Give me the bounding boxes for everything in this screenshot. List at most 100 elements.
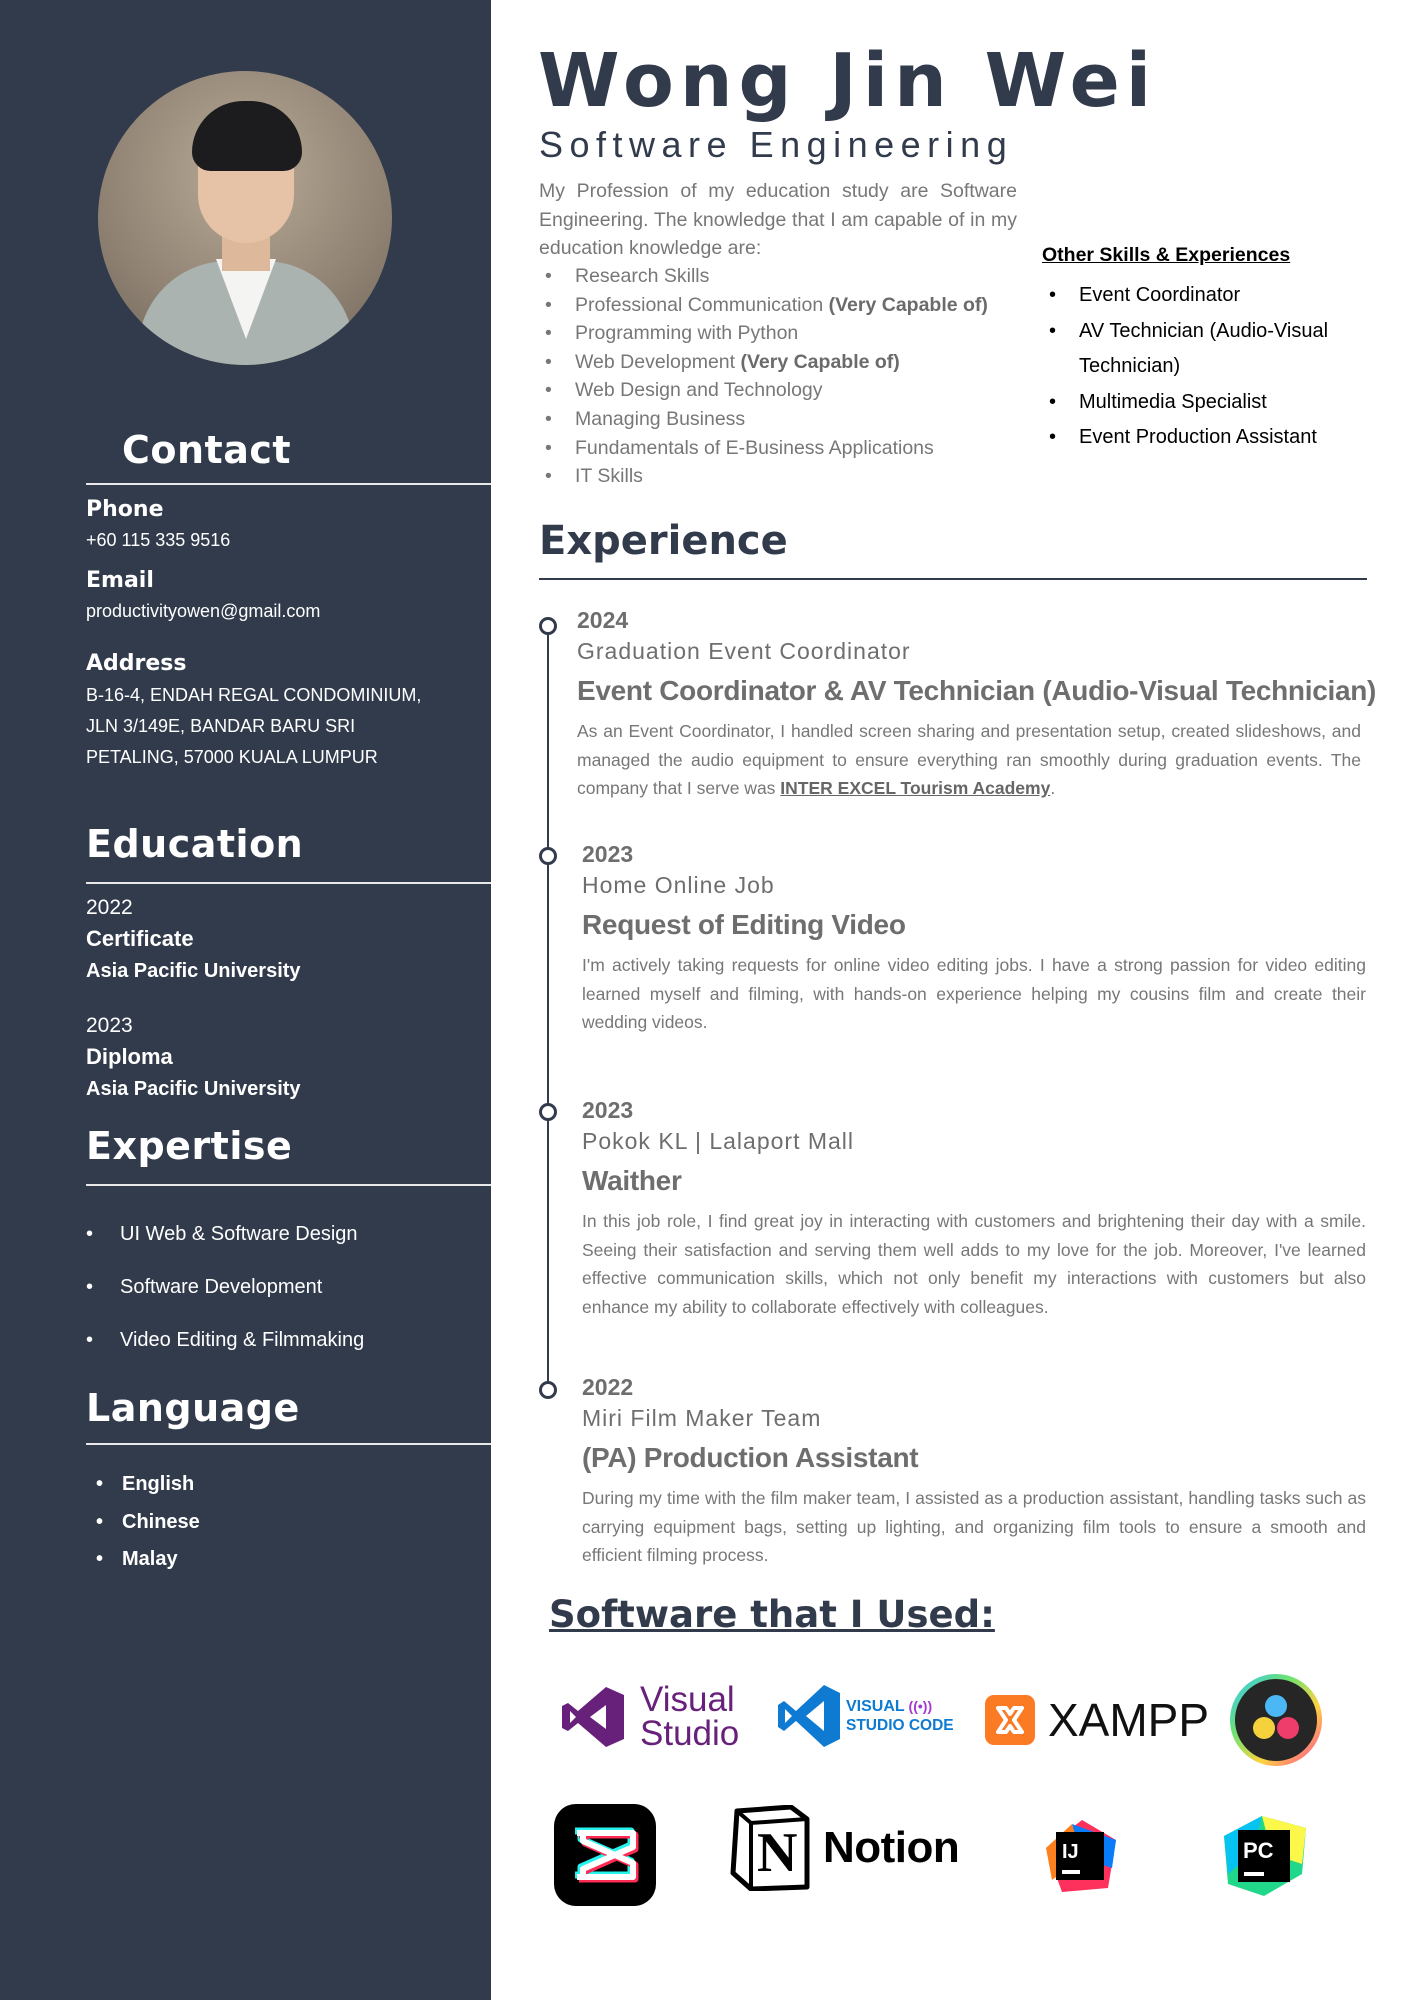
vscode-icon bbox=[778, 1685, 840, 1747]
visual-studio-logo: Visual Studio bbox=[560, 1680, 740, 1753]
experience-divider bbox=[539, 578, 1367, 580]
expertise-item: UI Web & Software Design bbox=[86, 1223, 364, 1276]
timeline-dot bbox=[539, 1381, 557, 1399]
visual-studio-text: Visual bbox=[640, 1680, 735, 1719]
job-year: 2024 bbox=[577, 607, 629, 633]
job-title: Event Coordinator & AV Technician (Audio… bbox=[577, 675, 1377, 706]
skill-item: Fundamentals of E-Business Applications bbox=[539, 434, 988, 463]
job-title: Request of Editing Video bbox=[582, 909, 906, 940]
other-skill-item: Event Coordinator bbox=[1042, 278, 1362, 314]
job-year: 2022 bbox=[582, 1374, 634, 1400]
address-line: JLN 3/149E, BANDAR BARU SRI bbox=[86, 716, 356, 736]
address-line: B-16-4, ENDAH REGAL CONDOMINIUM, bbox=[86, 685, 422, 705]
intellij-icon: IJ bbox=[1046, 1820, 1116, 1892]
job-description: As an Event Coordinator, I handled scree… bbox=[577, 721, 1361, 798]
job-company: Home Online Job bbox=[582, 872, 775, 898]
visual-studio-text: Studio bbox=[640, 1714, 740, 1753]
experience-entry: 2022 Miri Film Maker Team (PA) Productio… bbox=[582, 1374, 1366, 1570]
davinci-resolve-logo bbox=[1228, 1672, 1324, 1768]
education-year: 2022 bbox=[86, 896, 133, 919]
other-skills-list: Event Coordinator AV Technician (Audio-V… bbox=[1042, 278, 1362, 456]
job-description: In this job role, I find great joy in in… bbox=[582, 1211, 1366, 1317]
other-skills-heading: Other Skills & Experiences bbox=[1042, 244, 1291, 266]
software-heading: Software that I Used: bbox=[549, 1593, 995, 1636]
svg-text:IJ: IJ bbox=[1062, 1841, 1079, 1863]
education-school: Asia Pacific University bbox=[86, 1078, 301, 1100]
timeline-dot bbox=[539, 1103, 557, 1121]
intro-paragraph: My Profession of my education study are … bbox=[539, 180, 1017, 259]
profile-photo bbox=[98, 71, 392, 365]
language-item: Chinese bbox=[96, 1511, 200, 1549]
education-heading: Education bbox=[86, 822, 304, 866]
experience-entry: 2023 Home Online Job Request of Editing … bbox=[582, 841, 1366, 1037]
xampp-icon bbox=[985, 1695, 1035, 1745]
education-school: Asia Pacific University bbox=[86, 960, 301, 982]
skill-item: Research Skills bbox=[539, 262, 988, 291]
capcut-icon bbox=[554, 1804, 656, 1906]
davinci-resolve-icon bbox=[1230, 1674, 1322, 1766]
experience-entry: 2024 Graduation Event Coordinator Event … bbox=[577, 607, 1377, 803]
education-degree: Diploma bbox=[86, 1044, 173, 1069]
other-skill-item: AV Technician (Audio-Visual Technician) bbox=[1042, 314, 1362, 385]
address-label: Address bbox=[86, 651, 187, 676]
job-company: Miri Film Maker Team bbox=[582, 1405, 822, 1431]
job-year: 2023 bbox=[582, 841, 634, 867]
job-year: 2023 bbox=[582, 1097, 634, 1123]
job-title: (PA) Production Assistant bbox=[582, 1442, 919, 1473]
language-list: English Chinese Malay bbox=[96, 1473, 200, 1586]
vscode-logo: VISUAL ((•)) STUDIO CODE bbox=[776, 1683, 954, 1749]
skill-item: Professional Communication (Very Capable… bbox=[539, 291, 988, 320]
job-description: I'm actively taking requests for online … bbox=[582, 955, 1366, 1032]
notion-text: Notion bbox=[823, 1823, 960, 1872]
language-divider bbox=[86, 1443, 491, 1445]
capcut-logo bbox=[553, 1803, 657, 1907]
notion-icon: N bbox=[729, 1805, 811, 1891]
visual-studio-icon bbox=[562, 1687, 624, 1747]
job-description: During my time with the film maker team,… bbox=[582, 1488, 1366, 1565]
address-line: PETALING, 57000 KUALA LUMPUR bbox=[86, 747, 378, 767]
pycharm-logo: PC bbox=[1222, 1814, 1308, 1898]
notion-logo: N Notion bbox=[729, 1805, 960, 1891]
other-skill-item: Event Production Assistant bbox=[1042, 420, 1362, 456]
experience-entry: 2023 Pokok KL | Lalaport Mall Waither In… bbox=[582, 1097, 1366, 1321]
email-label: Email bbox=[86, 568, 154, 593]
education-divider bbox=[86, 882, 491, 884]
education-degree: Certificate bbox=[86, 926, 194, 951]
job-company: Graduation Event Coordinator bbox=[577, 638, 911, 664]
other-skill-item: Multimedia Specialist bbox=[1042, 385, 1362, 421]
email-value[interactable]: productivityowen@gmail.com bbox=[86, 596, 320, 627]
expertise-divider bbox=[86, 1184, 491, 1186]
company-link[interactable]: INTER EXCEL Tourism Academy bbox=[780, 778, 1050, 798]
skill-item: Web Development (Very Capable of) bbox=[539, 348, 988, 377]
vscode-text: STUDIO CODE bbox=[846, 1717, 954, 1734]
svg-text:PC: PC bbox=[1243, 1838, 1274, 1863]
contact-divider bbox=[86, 483, 491, 485]
language-item: English bbox=[96, 1473, 200, 1511]
skill-item: Programming with Python bbox=[539, 319, 988, 348]
phone-value: +60 115 335 9516 bbox=[86, 530, 231, 550]
xampp-text: XAMPP bbox=[1048, 1694, 1210, 1746]
timeline-dot bbox=[539, 617, 557, 635]
experience-heading: Experience bbox=[539, 518, 788, 564]
skill-item: Managing Business bbox=[539, 405, 988, 434]
skill-item: Web Design and Technology bbox=[539, 376, 988, 405]
expertise-heading: Expertise bbox=[86, 1124, 293, 1168]
language-heading: Language bbox=[86, 1386, 300, 1430]
intellij-logo: IJ bbox=[1042, 1818, 1118, 1894]
candidate-role: Software Engineering bbox=[539, 124, 1014, 165]
skill-item: IT Skills bbox=[539, 462, 988, 491]
timeline-line bbox=[547, 622, 549, 1390]
vscode-text: VISUAL bbox=[846, 1698, 905, 1715]
sidebar: Contact Phone +60 115 335 9516 Email pro… bbox=[0, 0, 491, 2000]
timeline-dot bbox=[539, 847, 557, 865]
job-company: Pokok KL | Lalaport Mall bbox=[582, 1128, 855, 1154]
skills-list: Research Skills Professional Communicati… bbox=[539, 262, 988, 491]
candidate-name: Wong Jin Wei bbox=[538, 38, 1158, 124]
xampp-logo: XAMPP bbox=[984, 1693, 1209, 1747]
job-title: Waither bbox=[582, 1165, 682, 1196]
expertise-list: UI Web & Software Design Software Develo… bbox=[86, 1223, 364, 1382]
contact-heading: Contact bbox=[122, 428, 292, 472]
language-item: Malay bbox=[96, 1548, 200, 1586]
education-year: 2023 bbox=[86, 1014, 133, 1037]
expertise-item: Software Development bbox=[86, 1276, 364, 1329]
